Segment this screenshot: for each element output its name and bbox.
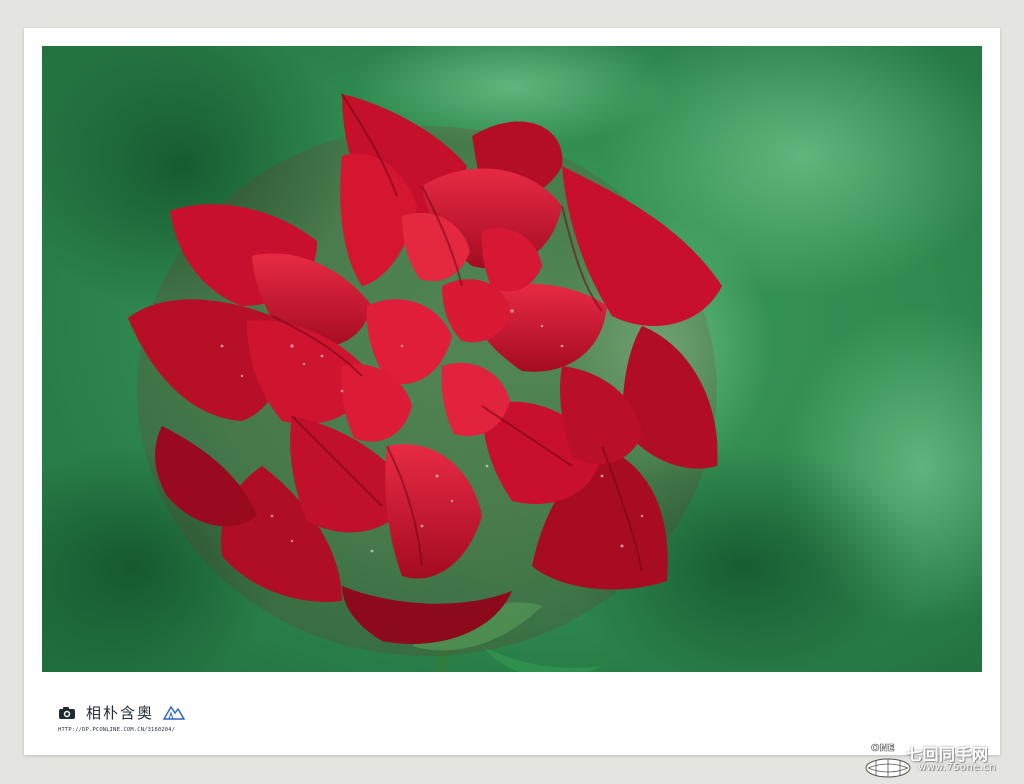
logo-word: ONE (871, 743, 895, 754)
rose-photo (42, 46, 982, 672)
site-watermark: ONE 七回同手网 www.75one.cn (862, 738, 1018, 780)
signature-url: HTTP://DP.PCONLINE.COM.CN/3160204/ (58, 727, 176, 733)
camera-icon (59, 707, 75, 719)
signature-name: 相朴含奧 (86, 704, 155, 722)
photographer-signature: 相朴含奧 HTTP://DP.PCONLINE.COM.CN/3160204/ (58, 700, 208, 740)
watermark-url: www.75one.cn (918, 762, 996, 773)
mountain-icon (163, 705, 185, 720)
